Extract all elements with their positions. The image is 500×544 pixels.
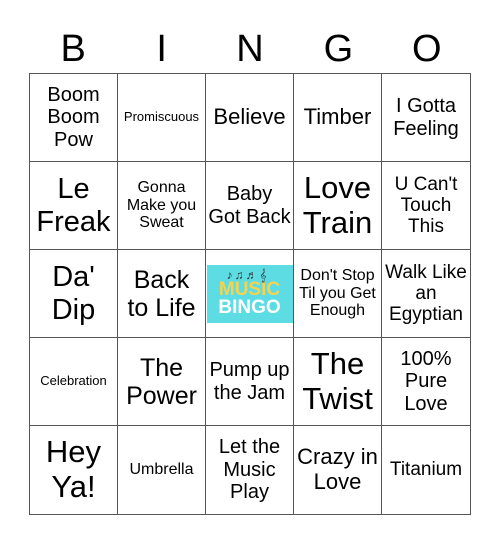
music-notes-icon: ♪♫♬𝄞 xyxy=(226,267,269,282)
header-letter-g: G xyxy=(323,28,354,70)
bingo-cell[interactable]: Boom Boom Pow xyxy=(30,74,118,162)
header-letter-n: N xyxy=(236,28,264,70)
header-letter-o: O xyxy=(412,28,442,70)
bingo-cell[interactable]: Da' Dip xyxy=(30,250,118,338)
bingo-cell[interactable]: Walk Like an Egyptian xyxy=(382,250,470,338)
bingo-cell[interactable]: Crazy in Love xyxy=(294,426,382,514)
header-letter-b: B xyxy=(60,28,86,70)
bingo-cell[interactable]: Promiscuous xyxy=(118,74,206,162)
bingo-cell[interactable]: The Power xyxy=(118,338,206,426)
bingo-cell[interactable]: Pump up the Jam xyxy=(206,338,294,426)
bingo-cell[interactable]: The Twist xyxy=(294,338,382,426)
bingo-header: B I N G O xyxy=(29,26,471,73)
bingo-cell[interactable]: Love Train xyxy=(294,162,382,250)
bingo-cell[interactable]: Umbrella xyxy=(118,426,206,514)
bingo-cell[interactable]: I Gotta Feeling xyxy=(382,74,470,162)
bingo-cell[interactable]: Celebration xyxy=(30,338,118,426)
bingo-cell[interactable]: Let the Music Play xyxy=(206,426,294,514)
bingo-cell[interactable]: Titanium xyxy=(382,426,470,514)
bingo-cell[interactable]: Timber xyxy=(294,74,382,162)
bingo-cell[interactable]: Le Freak xyxy=(30,162,118,250)
bingo-cell[interactable]: Baby Got Back xyxy=(206,162,294,250)
bingo-card: Boom Boom Pow Promiscuous Believe Timber… xyxy=(29,73,471,515)
bingo-cell[interactable]: Gonna Make you Sweat xyxy=(118,162,206,250)
bingo-cell[interactable]: U Can't Touch This xyxy=(382,162,470,250)
bingo-cell[interactable]: Don't Stop Til you Get Enough xyxy=(294,250,382,338)
free-space[interactable]: ♪♫♬𝄞 MUSIC BINGO xyxy=(206,250,294,338)
logo-line-music: MUSIC xyxy=(218,278,281,300)
bingo-cell[interactable]: 100% Pure Love xyxy=(382,338,470,426)
header-letter-i: I xyxy=(156,28,167,70)
music-bingo-logo: ♪♫♬𝄞 MUSIC BINGO xyxy=(206,264,293,323)
bingo-cell[interactable]: Back to Life xyxy=(118,250,206,338)
logo-line-bingo: BINGO xyxy=(218,296,281,318)
bingo-cell[interactable]: Believe xyxy=(206,74,294,162)
bingo-cell[interactable]: Hey Ya! xyxy=(30,426,118,514)
